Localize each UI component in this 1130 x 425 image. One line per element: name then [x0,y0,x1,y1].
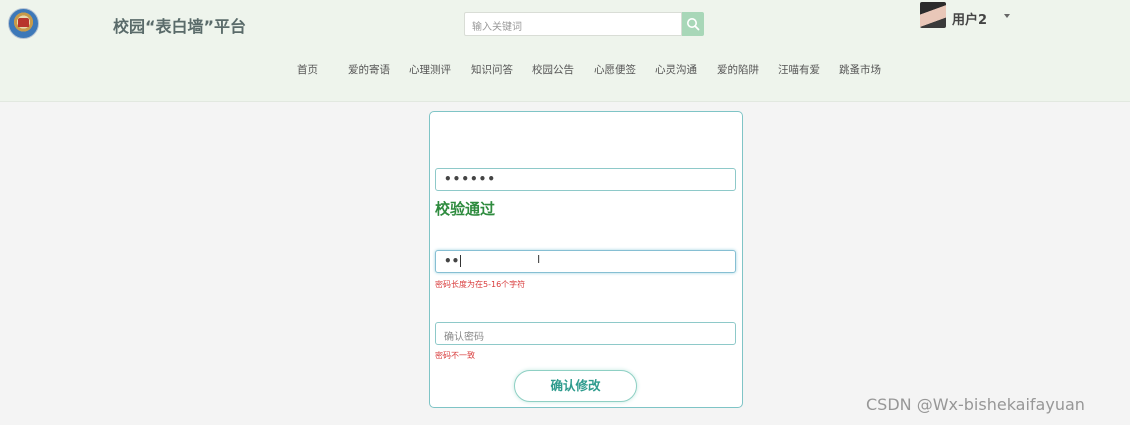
nav-item-announcements[interactable]: 校园公告 [532,62,574,77]
nav-item-flea-market[interactable]: 跳蚤市场 [839,62,881,77]
text-cursor [460,255,462,267]
confirm-password-field[interactable]: 确认密码 [435,322,736,345]
user-name[interactable]: 用户2 [952,9,987,28]
search-button[interactable] [682,12,704,36]
nav-item-home[interactable]: 首页 [297,62,318,77]
password-length-error: 密码长度为在5-16个字符 [435,280,526,289]
nav-item-heart-talk[interactable]: 心灵沟通 [655,62,697,77]
ibeam-cursor-icon: I [537,253,541,266]
new-password-field[interactable]: •• [435,250,736,273]
search-icon [687,18,700,31]
nav-item-wish-notes[interactable]: 心愿便签 [594,62,636,77]
password-field[interactable]: •••••• [435,168,736,191]
chevron-down-icon[interactable] [1004,14,1010,18]
user-avatar[interactable] [920,2,946,28]
campus-logo-icon[interactable] [8,8,39,39]
nav-item-pets[interactable]: 汪喵有爱 [778,62,820,77]
top-header: 校园“表白墙”平台 输入关键词 用户2 首页 爱的寄语 心理测评 知识问答 校园… [0,0,1130,102]
confirm-change-button[interactable]: 确认修改 [514,370,637,402]
change-password-form: •••••• 校验通过 •• I 密码长度为在5-16个字符 确认密码 密码不一… [429,111,743,408]
nav-item-love-traps[interactable]: 爱的陷阱 [717,62,759,77]
new-password-value: •• [444,254,460,268]
validation-success-message: 校验通过 [435,200,496,218]
watermark: CSDN @Wx-bishekaifayuan [866,395,1085,414]
nav-item-psych-test[interactable]: 心理测评 [409,62,451,77]
nav-item-qa[interactable]: 知识问答 [471,62,513,77]
site-title[interactable]: 校园“表白墙”平台 [113,13,246,37]
password-mismatch-error: 密码不一致 [435,351,475,360]
search-input[interactable]: 输入关键词 [464,12,682,36]
main-nav: 首页 爱的寄语 心理测评 知识问答 校园公告 心愿便签 心灵沟通 爱的陷阱 汪喵… [0,62,1130,78]
nav-item-love-messages[interactable]: 爱的寄语 [348,62,390,77]
